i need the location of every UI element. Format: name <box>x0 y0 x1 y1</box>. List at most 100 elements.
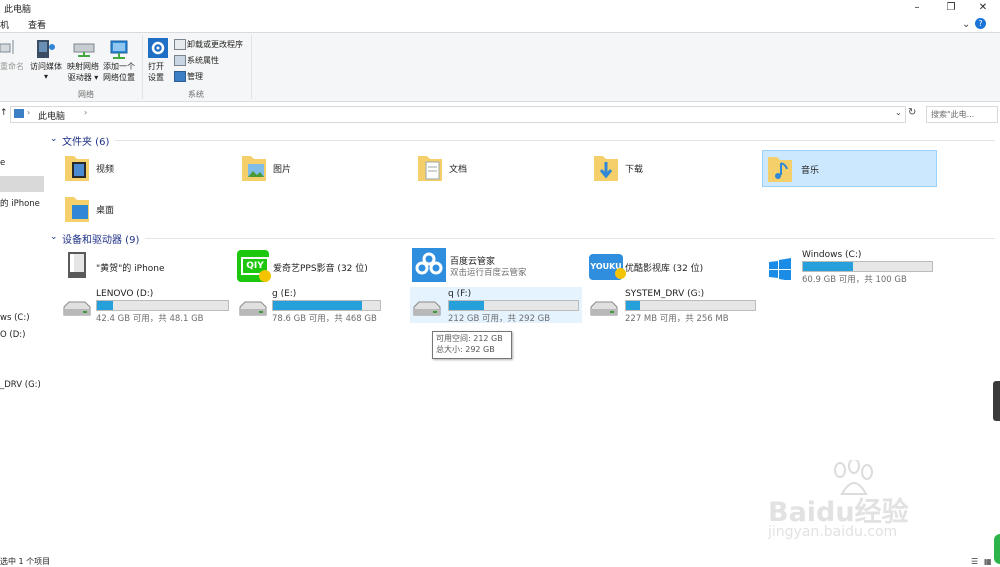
devices-section-title[interactable]: 设备和驱动器 (9) <box>62 231 139 246</box>
refresh-icon[interactable]: ↻ <box>908 107 916 118</box>
close-button[interactable]: ✕ <box>966 0 1000 16</box>
iqiyi-mascot-icon <box>259 270 271 282</box>
drive-usage-fill <box>449 301 484 310</box>
ribbon-separator <box>142 35 143 99</box>
title-bar: 此电脑 – ❐ ✕ <box>0 0 1000 16</box>
drive-usage-fill <box>97 301 113 310</box>
side-widget-handle[interactable] <box>993 381 1000 421</box>
settings-gear-icon <box>148 38 168 58</box>
system-properties-button[interactable]: 系统属性 <box>187 55 219 66</box>
ribbon-collapse-icon[interactable]: ⌄ <box>962 19 970 30</box>
folder-music-selected[interactable]: 音乐 <box>762 150 937 187</box>
folders-collapse-icon[interactable]: ⌄ <box>50 134 58 144</box>
restore-button[interactable]: ❐ <box>934 0 968 16</box>
devices-collapse-icon[interactable]: ⌄ <box>50 232 58 242</box>
add-location-label-1: 添加一个 <box>103 62 135 71</box>
device-subtitle: 42.4 GB 可用，共 48.1 GB <box>96 314 204 324</box>
help-icon[interactable]: ? <box>975 18 986 29</box>
uninstall-program-icon <box>174 39 186 50</box>
windows-drive-icon <box>769 258 791 280</box>
drive-usage-bar <box>96 300 229 311</box>
add-network-location-button[interactable]: 添加一个 网络位置 <box>103 61 135 83</box>
documents-folder-icon <box>418 156 442 181</box>
tooltip-total-size: 总大小: 292 GB <box>436 345 495 354</box>
device-name: Windows (C:) <box>802 250 862 260</box>
large-icons-view-icon[interactable]: ▦ <box>984 557 992 566</box>
ribbon-separator <box>251 35 252 99</box>
ribbon: 重命名 访问媒体 ▾ 映射网络 驱动器 ▾ 添加一个 网络位置 网络 打开 设置… <box>0 33 1000 102</box>
address-bar[interactable]: › 此电脑 › ⌄ <box>10 106 906 123</box>
floating-green-button[interactable] <box>994 534 1000 564</box>
folder-label: 文档 <box>449 165 468 175</box>
map-drive-button[interactable]: 映射网络 驱动器 ▾ <box>67 61 99 83</box>
details-view-icon[interactable]: ☰ <box>971 557 978 566</box>
drive-usage-bar <box>448 300 579 311</box>
uninstall-program-button[interactable]: 卸载或更改程序 <box>187 39 243 50</box>
drive-d[interactable]: LENOVO (D:) 42.4 GB 可用，共 48.1 GB <box>60 287 232 325</box>
hard-drive-icon <box>590 301 618 316</box>
drive-usage-fill <box>273 301 362 310</box>
device-name: LENOVO (D:) <box>96 289 154 299</box>
folder-label: 视频 <box>96 165 115 175</box>
computer-icon <box>14 109 24 118</box>
section-divider <box>115 140 995 141</box>
manage-button[interactable]: 管理 <box>187 71 203 82</box>
up-arrow-icon[interactable]: ↑ <box>0 108 8 118</box>
tab-view[interactable]: 查看 <box>28 18 46 31</box>
drive-e[interactable]: g (E:) 78.6 GB 可用，共 468 GB <box>236 287 408 325</box>
nav-item-drive-g[interactable]: _DRV (G:) <box>0 380 41 390</box>
device-subtitle: 227 MB 可用，共 256 MB <box>625 314 729 324</box>
baidu-watermark: Baidu经验 jingyan.baidu.com <box>768 460 948 550</box>
device-iphone[interactable]: "黄贺"的 iPhone <box>60 248 230 284</box>
access-media-dropdown-icon[interactable]: ▾ <box>44 71 48 82</box>
open-settings-button[interactable]: 打开 设置 <box>148 61 164 83</box>
drive-c[interactable]: Windows (C:) 60.9 GB 可用，共 100 GB <box>764 248 936 285</box>
drive-usage-bar <box>625 300 756 311</box>
map-drive-label-2: 驱动器 ▾ <box>67 72 99 83</box>
address-dropdown-icon[interactable]: ⌄ <box>895 108 902 117</box>
device-name: q (F:) <box>448 289 472 299</box>
ribbon-tabs: 机 查看 ⌄ ? <box>0 16 1000 33</box>
tab-computer[interactable]: 机 <box>0 18 9 31</box>
tooltip-free-space: 可用空间: 212 GB <box>436 334 503 343</box>
desktop-folder-icon <box>65 197 89 222</box>
nav-item-selected[interactable] <box>0 176 44 192</box>
rename-button[interactable]: 重命名 <box>0 61 24 72</box>
breadcrumb-chevron-icon[interactable]: › <box>84 108 87 117</box>
minimize-icon: – <box>914 2 920 13</box>
drive-f-hovered[interactable]: q (F:) 212 GB 可用，共 292 GB <box>410 287 582 324</box>
minimize-button[interactable]: – <box>900 0 934 16</box>
device-name: SYSTEM_DRV (G:) <box>625 289 705 299</box>
restore-icon: ❐ <box>946 2 956 13</box>
hard-drive-icon <box>239 301 267 316</box>
folder-desktop[interactable]: 桌面 <box>60 191 230 226</box>
folder-downloads[interactable]: 下载 <box>589 150 759 185</box>
drive-tooltip: 可用空间: 212 GB 总大小: 292 GB <box>432 331 512 359</box>
folder-documents[interactable]: 文档 <box>413 150 583 185</box>
device-name: 爱奇艺PPS影音 (32 位) <box>273 264 368 274</box>
breadcrumb-this-pc[interactable]: 此电脑 <box>38 109 65 122</box>
iqiyi-app-icon: QIY <box>237 250 271 282</box>
add-location-label-2: 网络位置 <box>103 73 135 82</box>
nav-item-iphone[interactable]: 的 iPhone <box>0 197 40 209</box>
folder-videos[interactable]: 视频 <box>60 150 230 185</box>
device-iqiyi[interactable]: QIY 爱奇艺PPS影音 (32 位) <box>235 248 405 284</box>
open-settings-label-2: 设置 <box>148 73 164 82</box>
add-network-location-icon <box>108 39 132 59</box>
baidu-cloud-icon <box>412 248 446 282</box>
device-baidu-cloud[interactable]: 百度云管家 双击运行百度云管家 <box>410 248 585 284</box>
system-group-label: 系统 <box>188 90 204 99</box>
drive-usage-bar <box>802 261 933 272</box>
breadcrumb-chevron-icon[interactable]: › <box>27 108 30 117</box>
drive-g[interactable]: SYSTEM_DRV (G:) 227 MB 可用，共 256 MB <box>587 287 759 325</box>
search-box[interactable]: 搜索"此电... <box>926 106 998 123</box>
folder-pictures[interactable]: 图片 <box>237 150 407 185</box>
nav-item-drive-c[interactable]: ws (C:) <box>0 313 30 323</box>
device-youku[interactable]: YOUKU 优酷影视库 (32 位) <box>587 248 757 284</box>
nav-item[interactable]: e <box>0 158 5 168</box>
music-folder-icon <box>768 157 792 182</box>
device-name: g (E:) <box>272 289 297 299</box>
nav-item-drive-d[interactable]: O (D:) <box>0 330 25 340</box>
hard-drive-icon <box>413 301 441 316</box>
folders-section-title[interactable]: 文件夹 (6) <box>62 133 109 148</box>
